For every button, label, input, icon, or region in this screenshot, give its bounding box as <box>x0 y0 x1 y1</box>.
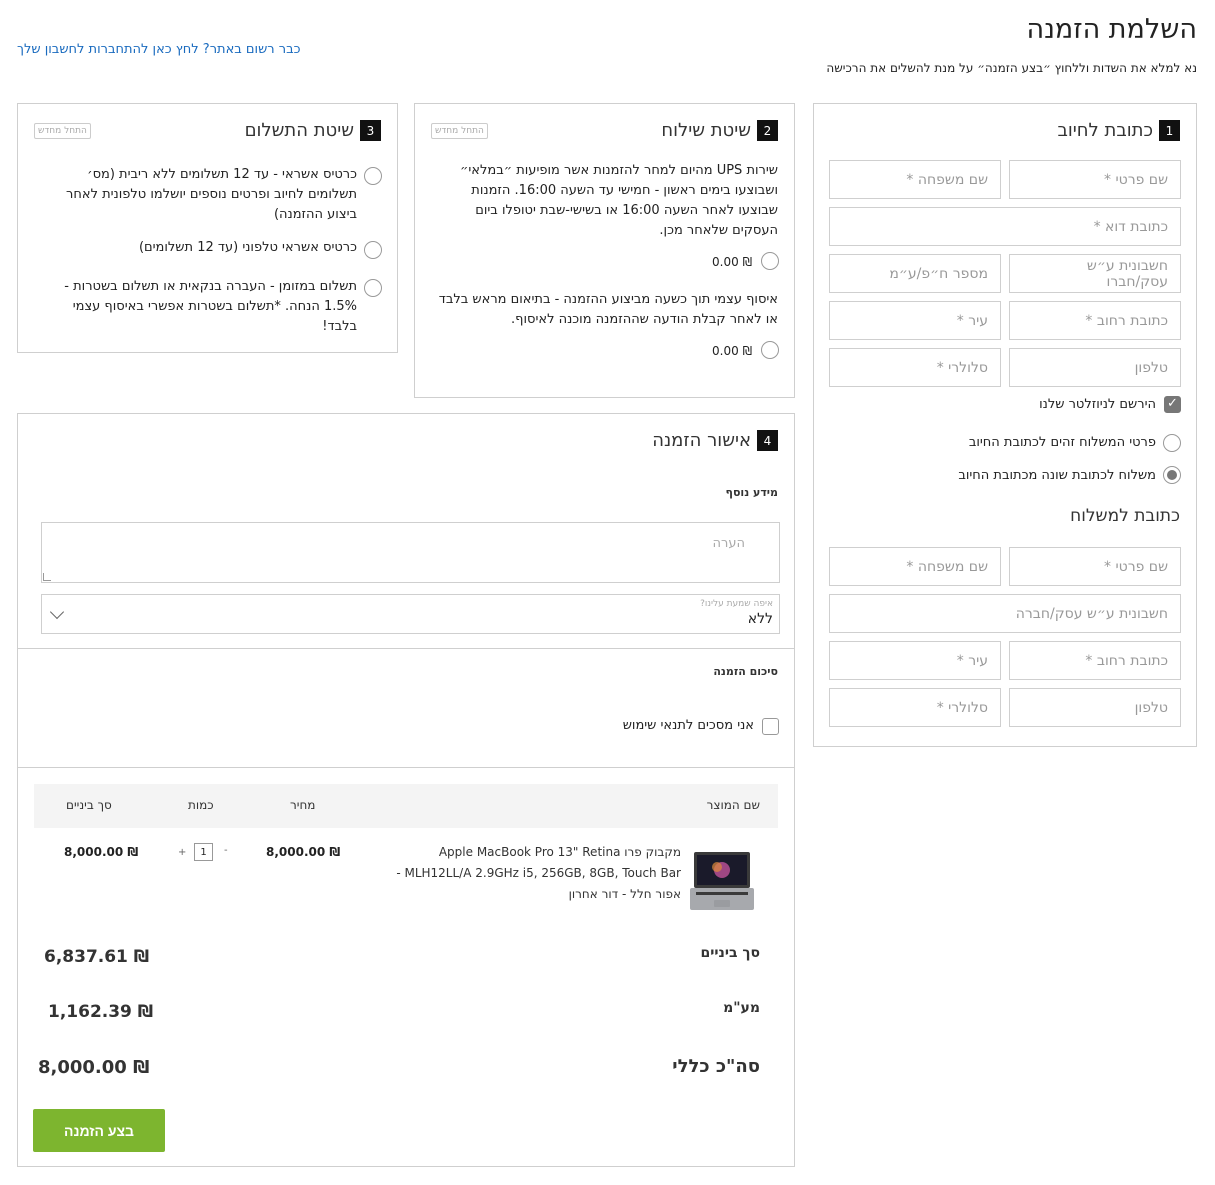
shipping-phone-field[interactable]: טלפון <box>1009 688 1181 727</box>
billing-first-name-field[interactable]: שם פרטי * <box>1009 160 1181 199</box>
shipping-first-name-field[interactable]: שם פרטי * <box>1009 547 1181 586</box>
comment-textarea[interactable]: הערה <box>41 522 780 583</box>
shipping-option-pickup-text: איסוף עצמי תוך כשעה מביצוע ההזמנה - בתיא… <box>438 292 778 327</box>
heard-about-us-value: ללא <box>747 611 773 627</box>
product-name[interactable]: מקבוק פרו Apple MacBook Pro 13" Retina M… <box>373 842 681 905</box>
payment-credit-text: כרטיס אשראי - עד 12 תשלומים ללא ריבית (מ… <box>66 167 357 222</box>
divider <box>18 648 794 649</box>
shipping-option-ups-text: שירות UPS מהיום למחר להזמנות אשר מופיעות… <box>460 163 778 238</box>
section-title: שיטת שילוח <box>661 120 751 141</box>
section-title: אישור הזמנה <box>652 430 751 451</box>
payment-reset-button[interactable]: התחל מחדש <box>34 123 91 139</box>
payment-cash-text: תשלום במזומן - העברה בנקאית או תשלום בשט… <box>64 279 357 334</box>
billing-invoice-name-field[interactable]: חשבונית ע״ש עסק/חברו <box>1009 254 1181 293</box>
ship-different-radio[interactable] <box>1163 466 1181 484</box>
login-link[interactable]: כבר רשום באתר? לחץ כאן להתחברות לחשבון ש… <box>17 42 301 57</box>
section-title: שיטת התשלום <box>244 120 354 141</box>
shipping-option-pickup-radio[interactable] <box>761 341 779 359</box>
comment-placeholder: הערה <box>712 536 745 551</box>
shipping-city-field[interactable]: עיר * <box>829 641 1001 680</box>
newsletter-label: הירשם לניוזלטר שלנו <box>1039 397 1156 412</box>
product-subtotal: ₪ 8,000.00 <box>64 845 139 859</box>
step-number: 3 <box>360 120 381 141</box>
billing-email-field[interactable]: כתובת דוא * <box>829 207 1181 246</box>
subtotal-value: ₪ 6,837.61 <box>44 947 150 967</box>
shipping-option-ups-radio[interactable] <box>761 252 779 270</box>
billing-mobile-field[interactable]: סלולרי * <box>829 348 1001 387</box>
billing-city-field[interactable]: עיר * <box>829 301 1001 340</box>
heard-about-us-select[interactable]: איפה שמעת עלינו? ללא <box>41 594 780 634</box>
product-price: ₪ 8,000.00 <box>266 845 341 859</box>
payment-phone-credit-radio[interactable] <box>364 241 382 259</box>
shipping-invoice-name-field[interactable]: חשבונית ע״ש עסק/חברה <box>829 594 1181 633</box>
place-order-button[interactable]: בצע הזמנה <box>33 1109 165 1152</box>
grand-total-value: ₪ 8,000.00 <box>38 1057 150 1078</box>
ship-same-label: פרטי המשלוח זהים לכתובת החיוב <box>968 435 1156 450</box>
qty-input[interactable]: 1 <box>194 843 213 861</box>
shipping-option-pickup-price: ₪ 0.00 <box>712 344 752 358</box>
shipping-method-header: 2 שיטת שילוח <box>661 120 778 141</box>
shipping-last-name-field[interactable]: שם משפחה * <box>829 547 1001 586</box>
col-qty: כמות <box>188 798 214 812</box>
vat-label: מע"מ <box>723 1000 760 1016</box>
summary-title: סיכום הזמנה <box>713 665 778 678</box>
payment-credit-radio[interactable] <box>364 167 382 185</box>
page-subtitle: נא למלא את השדות וללחוץ ״בצע הזמנה״ על מ… <box>826 61 1197 75</box>
shipping-mobile-field[interactable]: סלולרי * <box>829 688 1001 727</box>
payment-phone-credit-text: כרטיס אשראי טלפוני (עד 12 תשלומים) <box>138 240 357 255</box>
section-title: כתובת לחיוב <box>1057 120 1153 141</box>
qty-minus-button[interactable]: - <box>224 845 228 856</box>
payment-cash-radio[interactable] <box>364 279 382 297</box>
vat-value: ₪ 1,162.39 <box>48 1002 154 1022</box>
step-number: 2 <box>757 120 778 141</box>
billing-company-id-field[interactable]: מספר ח״פ/ע״מ <box>829 254 1001 293</box>
terms-label: אני מסכים לתנאי שימוש <box>622 718 754 733</box>
newsletter-checkbox[interactable] <box>1164 396 1181 413</box>
shipping-street-field[interactable]: כתובת רחוב * <box>1009 641 1181 680</box>
divider <box>18 767 794 768</box>
table-header <box>34 784 778 828</box>
billing-header: 1 כתובת לחיוב <box>1057 120 1180 141</box>
step-number: 4 <box>757 430 778 451</box>
terms-checkbox[interactable] <box>762 718 779 735</box>
shipping-address-title: כתובת למשלוח <box>1070 506 1180 526</box>
laptop-icon <box>690 852 754 910</box>
qty-plus-button[interactable]: + <box>178 847 186 858</box>
payment-header: 3 שיטת התשלום <box>245 120 381 141</box>
payment-panel: 3 שיטת התשלום התחל מחדש כרטיס אשראי - עד… <box>17 103 398 353</box>
heard-about-us-label: איפה שמעת עלינו? <box>700 599 773 609</box>
page-title: השלמת הזמנה <box>1026 14 1197 45</box>
col-price: מחיר <box>290 798 316 812</box>
billing-last-name-field[interactable]: שם משפחה * <box>829 160 1001 199</box>
billing-street-field[interactable]: כתובת רחוב * <box>1009 301 1181 340</box>
billing-phone-field[interactable]: טלפון <box>1009 348 1181 387</box>
billing-panel: 1 כתובת לחיוב שם פרטי * שם משפחה * כתובת… <box>813 103 1197 747</box>
subtotal-label: סך ביניים <box>700 945 760 961</box>
extra-info-label: מידע נוסף <box>725 486 778 499</box>
shipping-reset-button[interactable]: התחל מחדש <box>431 123 488 139</box>
resize-handle-icon[interactable] <box>43 573 51 581</box>
chevron-down-icon <box>49 604 65 620</box>
grand-total-label: סה"כ כללי <box>672 1056 760 1077</box>
step-number: 1 <box>1159 120 1180 141</box>
col-subtotal: סך ביניים <box>66 798 112 812</box>
shipping-option-ups-price: ₪ 0.00 <box>712 255 752 269</box>
review-header: 4 אישור הזמנה <box>652 430 778 451</box>
col-product: שם המוצר <box>706 798 760 812</box>
ship-same-radio[interactable] <box>1163 434 1181 452</box>
shipping-method-panel: 2 שיטת שילוח התחל מחדש שירות UPS מהיום ל… <box>414 103 795 398</box>
ship-different-label: משלוח לכתובת שונה מכתובת החיוב <box>958 468 1156 483</box>
review-panel: 4 אישור הזמנה מידע נוסף הערה איפה שמעת ע… <box>17 413 795 1167</box>
